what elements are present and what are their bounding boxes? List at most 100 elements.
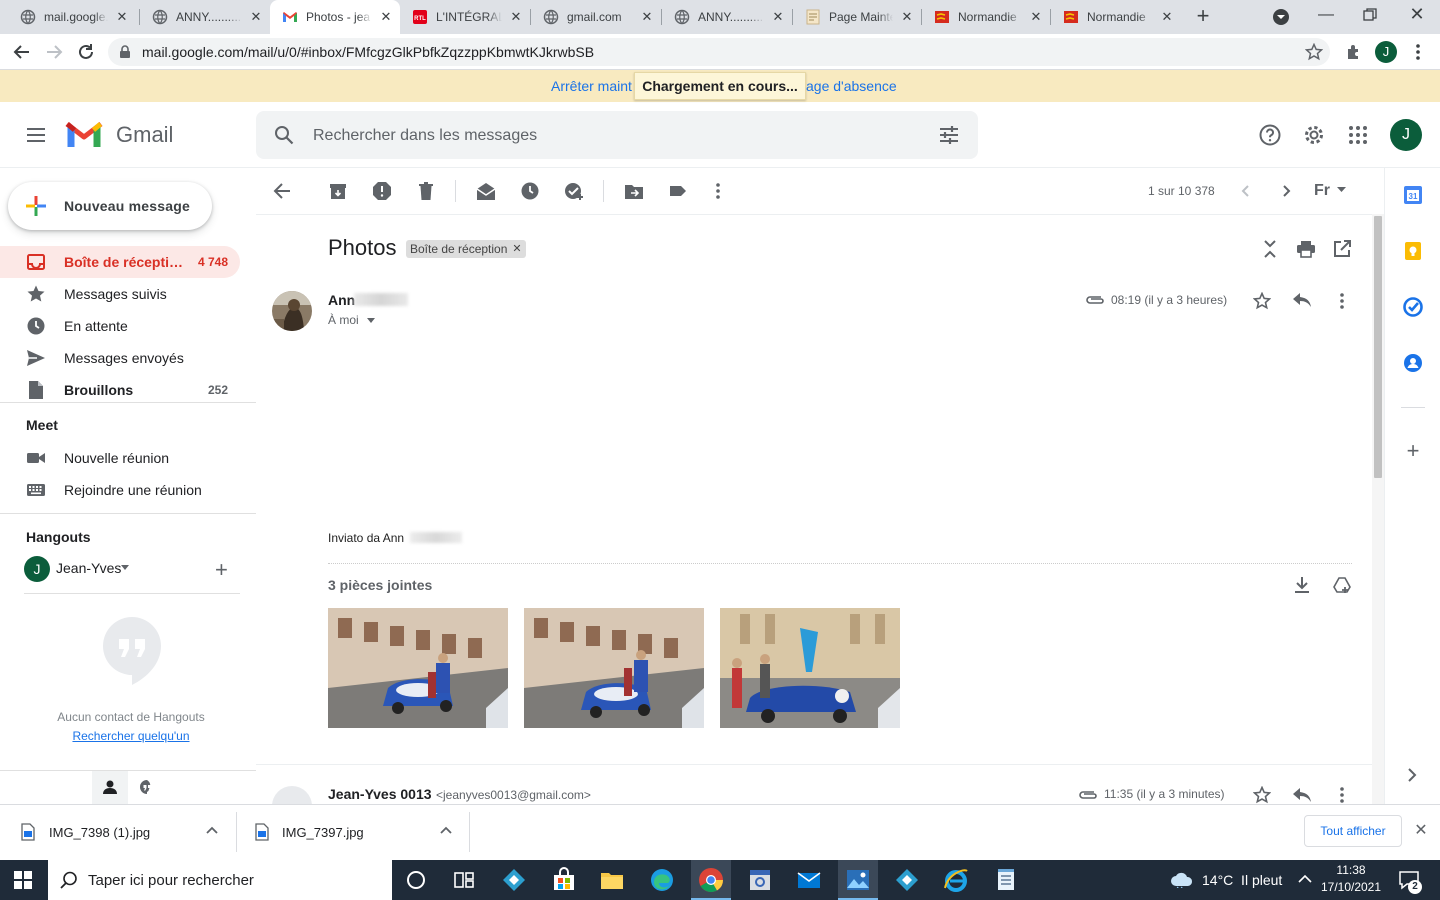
browser-tab[interactable]: Normandie ✕	[922, 0, 1050, 34]
join-meeting-button[interactable]: Rejoindre une réunion	[0, 474, 240, 506]
bookmark-star-icon[interactable]	[1305, 43, 1323, 61]
add-contact-button[interactable]: +	[215, 559, 233, 581]
app-window-icon[interactable]	[746, 866, 774, 894]
weather-cloud-icon[interactable]	[1170, 870, 1194, 888]
attachment-thumbnail[interactable]	[328, 608, 508, 728]
close-icon[interactable]: ✕	[114, 9, 130, 25]
inbox-label-chip[interactable]: Boîte de réception ✕	[406, 240, 526, 258]
chevron-up-icon[interactable]	[1298, 874, 1312, 884]
hangouts-avatar[interactable]: J	[24, 556, 50, 582]
more-vert-icon[interactable]	[1334, 292, 1350, 310]
sidebar-item-sent[interactable]: Messages envoyés	[0, 342, 240, 374]
browser-tab[interactable]: ANNY............ ✕	[662, 0, 792, 34]
file-explorer-icon[interactable]	[598, 866, 626, 894]
search-contact-link[interactable]: Rechercher quelqu'un	[0, 729, 262, 743]
internet-explorer-icon[interactable]	[942, 866, 970, 894]
close-downloads-button[interactable]: ✕	[1413, 820, 1429, 840]
profile-avatar[interactable]: J	[1375, 41, 1397, 63]
show-details-icon[interactable]	[367, 318, 375, 323]
archive-icon[interactable]	[328, 181, 348, 201]
back-to-inbox-icon[interactable]	[272, 181, 292, 201]
browser-tab-active[interactable]: Photos - jea ✕	[270, 0, 400, 34]
hangouts-user-name[interactable]: Jean-Yves	[56, 560, 121, 576]
close-icon[interactable]: ✕	[1159, 9, 1175, 25]
reply-icon[interactable]	[1292, 787, 1312, 803]
chevron-up-icon[interactable]	[440, 826, 452, 834]
close-icon[interactable]: ✕	[899, 9, 915, 25]
save-to-drive-icon[interactable]	[1333, 576, 1351, 594]
more-vert-icon[interactable]	[708, 181, 728, 201]
scrollbar-thumb[interactable]	[1374, 216, 1382, 478]
sender-avatar[interactable]	[272, 786, 312, 804]
tasks-icon[interactable]	[1403, 297, 1423, 317]
app-diamond-icon[interactable]	[893, 866, 921, 894]
close-window-button[interactable]: ✕	[1407, 4, 1427, 24]
gmail-logo-icon[interactable]	[65, 121, 103, 149]
keep-icon[interactable]	[1403, 241, 1423, 261]
search-icon[interactable]	[274, 125, 294, 145]
search-options-icon[interactable]	[939, 126, 959, 144]
star-outline-icon[interactable]	[1253, 292, 1271, 310]
cortana-icon[interactable]	[402, 866, 430, 894]
search-input[interactable]: Rechercher dans les messages	[313, 127, 537, 145]
sidebar-item-snoozed[interactable]: En attente	[0, 310, 240, 342]
edge-icon[interactable]	[648, 866, 676, 894]
sidebar-item-starred[interactable]: Messages suivis	[0, 278, 240, 310]
notepad-icon[interactable]	[992, 866, 1020, 894]
main-menu-icon[interactable]	[26, 125, 46, 145]
restore-icon[interactable]	[1363, 8, 1377, 22]
more-vert-icon[interactable]	[1410, 42, 1426, 62]
windows-start-icon[interactable]	[14, 871, 32, 889]
chevron-right-icon[interactable]	[1278, 183, 1294, 199]
sender-avatar[interactable]	[272, 291, 312, 331]
remove-label-icon[interactable]: ✕	[512, 240, 521, 258]
print-icon[interactable]	[1296, 240, 1316, 258]
tab-search-icon[interactable]	[1271, 7, 1291, 27]
taskbar-search-input[interactable]: Taper ici pour rechercher	[88, 872, 254, 889]
settings-gear-icon[interactable]	[1303, 124, 1325, 146]
mail-icon[interactable]	[795, 866, 823, 894]
sender-name[interactable]: Jean-Yves 0013	[328, 786, 432, 802]
calendar-icon[interactable]: 31	[1403, 185, 1423, 205]
close-icon[interactable]: ✕	[248, 9, 264, 25]
new-meeting-button[interactable]: Nouvelle réunion	[0, 442, 240, 474]
close-icon[interactable]: ✕	[1028, 9, 1044, 25]
app-diamond-icon[interactable]	[500, 866, 528, 894]
star-outline-icon[interactable]	[1253, 786, 1271, 804]
close-icon[interactable]: ✕	[378, 9, 394, 25]
clock-time[interactable]: 11:38	[1318, 863, 1384, 877]
task-view-icon[interactable]	[450, 866, 478, 894]
download-item-name[interactable]: IMG_7397.jpg	[282, 825, 364, 840]
move-to-icon[interactable]	[624, 181, 644, 201]
contacts-icon[interactable]	[1403, 353, 1423, 373]
photos-icon[interactable]	[844, 866, 872, 894]
chrome-icon[interactable]	[697, 866, 725, 894]
attachment-thumbnail[interactable]	[720, 608, 900, 728]
microsoft-store-icon[interactable]	[550, 866, 578, 894]
vacation-settings-link[interactable]: age d'absence	[806, 78, 897, 94]
sidebar-item-inbox[interactable]: Boîte de récepti… 4 748	[0, 246, 240, 278]
browser-tab[interactable]: ANNY............ ✕	[140, 0, 270, 34]
close-icon[interactable]: ✕	[770, 9, 786, 25]
minimize-button[interactable]: —	[1316, 6, 1336, 26]
browser-tab[interactable]: RTL L'INTÉGRALE ✕	[400, 0, 530, 34]
lock-icon[interactable]	[119, 45, 131, 59]
browser-tab[interactable]: Page Mainte ✕	[793, 0, 921, 34]
snooze-icon[interactable]	[520, 181, 540, 201]
new-tab-button[interactable]: +	[1191, 5, 1215, 29]
sender-name[interactable]: Ann	[328, 292, 355, 308]
chevron-left-icon[interactable]	[1238, 183, 1254, 199]
report-spam-icon[interactable]	[372, 181, 392, 201]
label-icon[interactable]	[668, 181, 688, 201]
browser-tab[interactable]: Normandie ✕	[1051, 0, 1181, 34]
forward-icon[interactable]	[44, 42, 64, 62]
help-icon[interactable]	[1259, 124, 1281, 146]
chevron-right-icon[interactable]	[1405, 767, 1419, 783]
delete-icon[interactable]	[416, 181, 436, 201]
mark-unread-icon[interactable]	[476, 181, 496, 201]
extensions-icon[interactable]	[1345, 43, 1363, 61]
collapse-all-icon[interactable]	[1261, 239, 1279, 259]
back-icon[interactable]	[12, 42, 32, 62]
reload-icon[interactable]	[76, 42, 96, 62]
attachment-thumbnail[interactable]	[524, 608, 704, 728]
